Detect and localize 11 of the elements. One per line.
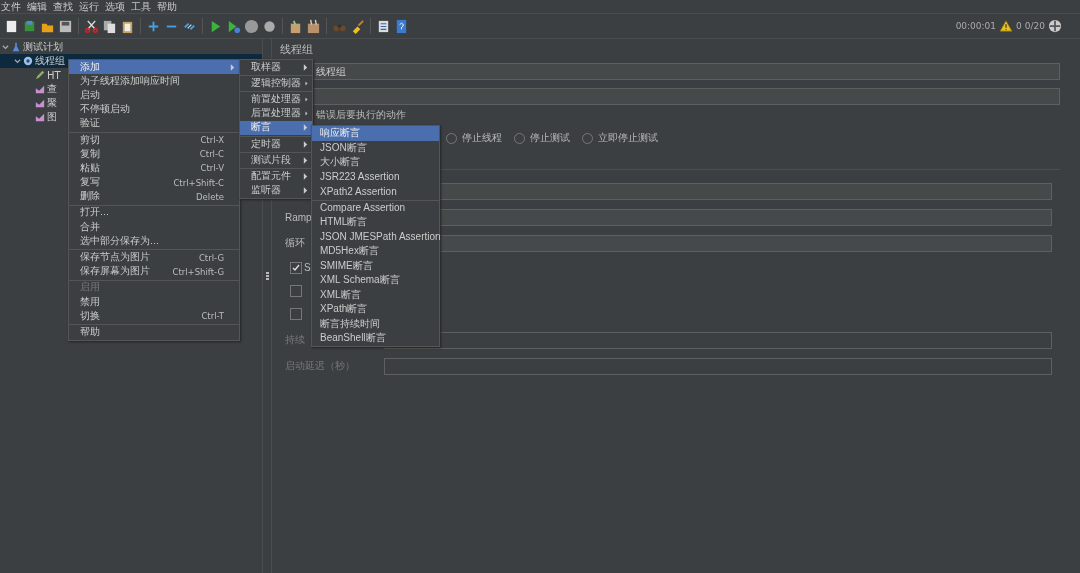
radio-label: 停止测试	[530, 131, 570, 145]
radio-label: 立即停止测试	[598, 131, 658, 145]
section-label: 错误后要执行的动作	[316, 109, 406, 121]
radio-label: 停止线程	[462, 131, 502, 145]
field-label: 循环	[285, 236, 305, 250]
warning-count: 0	[1016, 21, 1022, 31]
thread-count: 0/20	[1024, 21, 1045, 31]
elapsed-time: 00:00:01	[955, 21, 997, 31]
checkbox-label: S	[304, 262, 311, 273]
panel-title: 线程组	[280, 43, 314, 58]
field-label: Ramp	[285, 211, 312, 223]
